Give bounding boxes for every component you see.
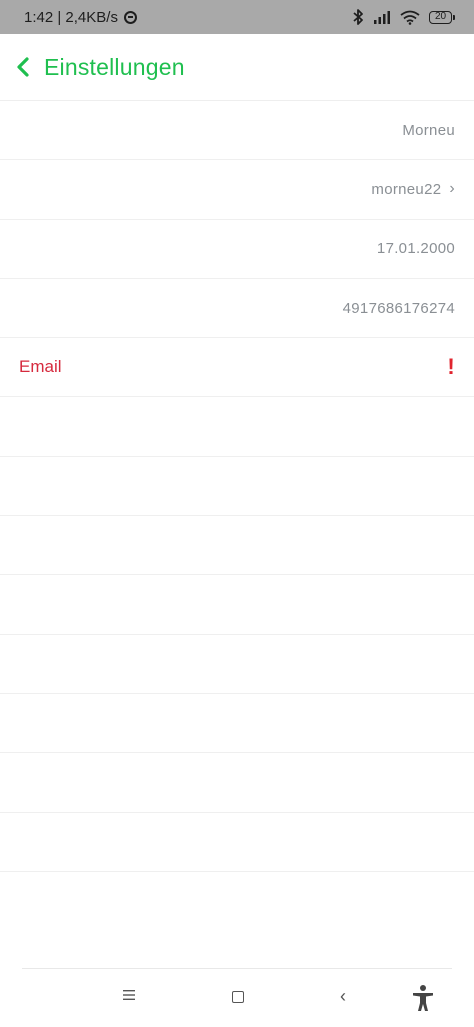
settings-row-empty[interactable] — [0, 457, 474, 517]
username-value: morneu22 — [371, 180, 442, 198]
birthday-value: 17.01.2000 — [376, 240, 455, 258]
settings-row-name[interactable]: Morneu — [0, 101, 474, 161]
row-value: ! — [447, 356, 455, 378]
system-nav-bar: ‹ — [22, 968, 452, 1027]
do-not-disturb-icon — [123, 10, 137, 24]
settings-row-empty[interactable] — [0, 635, 474, 694]
settings-row-empty[interactable] — [0, 575, 474, 635]
settings-row-email[interactable]: Email ! — [0, 338, 474, 398]
battery-icon: 20 — [429, 10, 455, 24]
back-chevron-icon[interactable] — [14, 56, 32, 78]
row-value: 17.01.2000 — [377, 240, 455, 257]
email-label: Email — [19, 357, 62, 377]
settings-row-empty[interactable] — [0, 694, 474, 754]
header: Einstellungen — [0, 34, 474, 101]
settings-row-empty[interactable] — [0, 872, 474, 931]
settings-list: Morneu morneu22 › 17.01.2000 49176861762… — [0, 101, 474, 931]
exclamation-icon: ! — [447, 354, 455, 380]
chevron-right-icon: › — [449, 180, 455, 198]
back-icon[interactable]: ‹ — [340, 986, 346, 1007]
settings-row-empty[interactable] — [0, 753, 474, 813]
row-value: Morneu — [402, 122, 455, 139]
status-left: 1:42 | 2,4KB/s — [24, 9, 137, 26]
bluetooth-icon — [353, 9, 363, 25]
settings-row-empty[interactable] — [0, 516, 474, 576]
status-time-speed: 1:42 | 2,4KB/s — [24, 8, 118, 26]
signal-icon — [374, 11, 390, 24]
name-value: Morneu — [402, 121, 455, 139]
status-right: 20 — [353, 9, 455, 25]
row-value: morneu22 › — [371, 180, 455, 198]
settings-row-phone[interactable]: 4917686176274 — [0, 279, 474, 339]
settings-row-birthday[interactable]: 17.01.2000 — [0, 220, 474, 279]
settings-row-empty[interactable] — [0, 813, 474, 872]
wifi-icon — [400, 10, 420, 25]
accessibility-icon[interactable] — [410, 984, 436, 1012]
menu-icon[interactable] — [122, 989, 136, 1001]
row-value: 4917686176274 — [343, 300, 455, 317]
settings-row-username[interactable]: morneu22 › — [0, 160, 474, 220]
settings-row-empty[interactable] — [0, 397, 474, 457]
page-title: Einstellungen — [44, 53, 185, 80]
status-bar: 1:42 | 2,4KB/s 20 — [0, 0, 474, 34]
home-icon[interactable] — [232, 991, 244, 1003]
phone-value: 4917686176274 — [342, 299, 455, 317]
